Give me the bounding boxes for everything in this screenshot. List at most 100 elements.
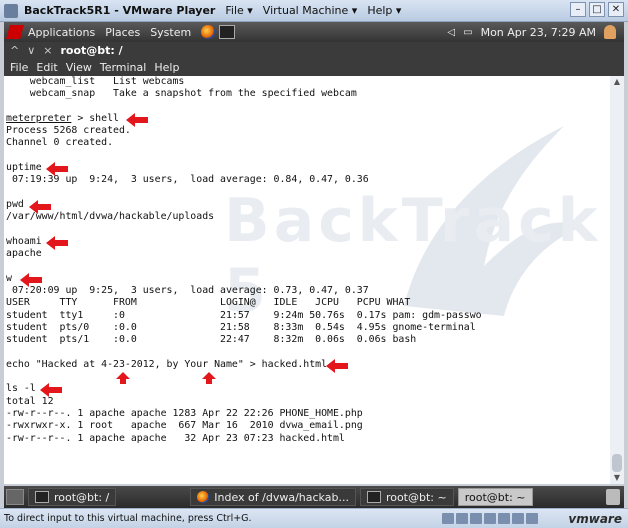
terminal-line: webcam_list List webcams [6,76,185,87]
cdrom-icon[interactable] [456,513,468,524]
terminal-launcher-icon[interactable] [219,25,236,39]
network-icon[interactable]: ▭ [463,27,472,38]
terminal-line: 07:19:39 up 9:24, 3 users, load average:… [6,174,369,186]
terminal-titlebar: ^ ∨ × root@bt: / [4,42,624,59]
terminal-line: /var/www/html/dvwa/hackable/uploads [6,211,215,223]
annotation-arrow-up-icon [202,372,216,384]
terminal-line: 07:20:09 up 9:25, 3 users, load average:… [6,285,369,297]
vmware-app-icon [4,3,18,18]
terminal-line: student pts/1 :0.0 22:47 8:32m 0.06s 0.0… [6,334,417,346]
vm-menu-help[interactable]: Help ▾ [367,4,401,17]
terminal-line: total 12 [6,395,54,407]
terminal-line: -rw-r--r--. 1 apache apache 32 Apr 23 07… [6,432,345,444]
chevron-down-icon[interactable]: ∨ [27,44,35,57]
terminal-menu-edit[interactable]: Edit [36,61,57,74]
vm-titlebar: BackTrack5R1 - VMware Player File ▾ Virt… [0,0,628,22]
taskbar-item-label: Index of /dvwa/hackab... [214,490,349,504]
terminal-line-pwd: pwd [6,198,24,210]
terminal-line-shell: meterpreter > shell [6,112,119,124]
gnome-bottom-panel: root@bt: / Index of /dvwa/hackab... root… [4,486,624,508]
device-icons [442,513,538,524]
maximize-button[interactable]: □ [589,2,605,17]
terminal-line-ls: ls -l [6,383,36,395]
usb-icon[interactable] [498,513,510,524]
trash-icon[interactable] [606,489,620,505]
taskbar-item-label: root@bt: / [54,490,110,504]
terminal-line: -rw-r--r--. 1 apache apache 1283 Apr 22 … [6,408,363,420]
terminal-menu-file[interactable]: File [10,61,28,74]
scrollbar-thumb[interactable] [612,454,622,472]
annotation-arrow-left-icon [29,200,51,214]
taskbar-item-label: root@bt: ~ [385,490,447,504]
vm-menu-virtual-machine[interactable]: Virtual Machine ▾ [263,4,358,17]
firefox-icon [197,491,210,503]
annotation-arrow-left-icon [126,113,148,127]
sound-icon[interactable] [512,513,524,524]
terminal-output[interactable]: BackTrack 5 webcam_list List webcams web… [4,76,610,484]
close-icon[interactable]: × [43,44,52,57]
panel-menu-system[interactable]: System [150,26,191,39]
panel-menu-applications[interactable]: Applications [28,26,95,39]
terminal-line: Channel 0 created. [6,137,114,149]
terminal-line-uptime: uptime [6,162,42,174]
terminal-line: student pts/0 :0.0 21:58 8:33m 0.54s 4.9… [6,321,476,333]
hdd-icon[interactable] [442,513,454,524]
minimize-button[interactable]: – [570,2,586,17]
panel-clock[interactable]: Mon Apr 23, 7:29 AM [481,26,596,39]
terminal-menu-terminal[interactable]: Terminal [100,61,147,74]
volume-icon[interactable]: ◁ [447,27,455,38]
annotation-arrow-left-icon [20,273,42,287]
terminal-menu-view[interactable]: View [66,61,92,74]
vm-menu-file[interactable]: File ▾ [225,4,252,17]
vm-statusbar: To direct input to this virtual machine,… [0,508,628,528]
terminal-icon [366,491,381,503]
terminal-scrollbar[interactable]: ▲ ▼ [610,76,624,484]
taskbar-item-terminal-root[interactable]: root@bt: / [28,488,117,506]
gnome-top-panel: Applications Places System ◁ ▭ Mon Apr 2… [4,22,624,42]
taskbar-item-firefox[interactable]: Index of /dvwa/hackab... [190,488,356,506]
scroll-down-icon[interactable]: ▼ [610,472,624,484]
annotation-arrow-left-icon [326,359,348,373]
taskbar-item-terminal-active[interactable]: root@bt: ~ [457,488,533,506]
annotation-arrow-up-icon [116,372,130,384]
printer-icon[interactable] [526,513,538,524]
status-hint: To direct input to this virtual machine,… [4,513,252,524]
terminal-line: student tty1 :0 21:57 9:24m 50.76s 0.17s… [6,309,482,321]
backtrack-logo-icon [6,25,24,39]
terminal-line-w: w [6,272,12,284]
panel-menu-places[interactable]: Places [105,26,140,39]
window-title: BackTrack5R1 - VMware Player [24,4,216,17]
vmware-logo: vmware [568,511,622,526]
terminal-lines: webcam_list List webcams webcam_snap Tak… [6,76,482,445]
chevron-up-icon[interactable]: ^ [10,44,19,57]
show-desktop-button[interactable] [6,489,24,505]
terminal-menu-help[interactable]: Help [154,61,179,74]
meterpreter-prompt: meterpreter [6,112,72,124]
terminal-line: Process 5268 created. [6,125,131,137]
taskbar-item-terminal-home[interactable]: root@bt: ~ [359,488,454,506]
network-adapter-icon[interactable] [484,513,496,524]
annotation-arrow-left-icon [40,383,62,397]
terminal-icon [35,491,49,503]
terminal-menubar: File Edit View Terminal Help [4,59,624,76]
user-icon[interactable] [604,25,616,39]
terminal-line: USER TTY FROM LOGIN@ IDLE JCPU PCPU WHAT [6,297,411,309]
terminal-line: webcam_snap Take a snapshot from the spe… [6,88,357,100]
annotation-arrow-left-icon [46,236,68,250]
terminal-title: root@bt: / [60,44,123,57]
taskbar-item-label: root@bt: ~ [464,490,526,504]
scroll-up-icon[interactable]: ▲ [610,76,624,88]
floppy-icon[interactable] [470,513,482,524]
annotation-arrow-left-icon [46,162,68,176]
terminal-line: apache [6,248,42,260]
firefox-launcher-icon[interactable] [201,25,216,39]
close-button[interactable]: ✕ [608,2,624,17]
terminal-line-whoami: whoami [6,235,42,247]
